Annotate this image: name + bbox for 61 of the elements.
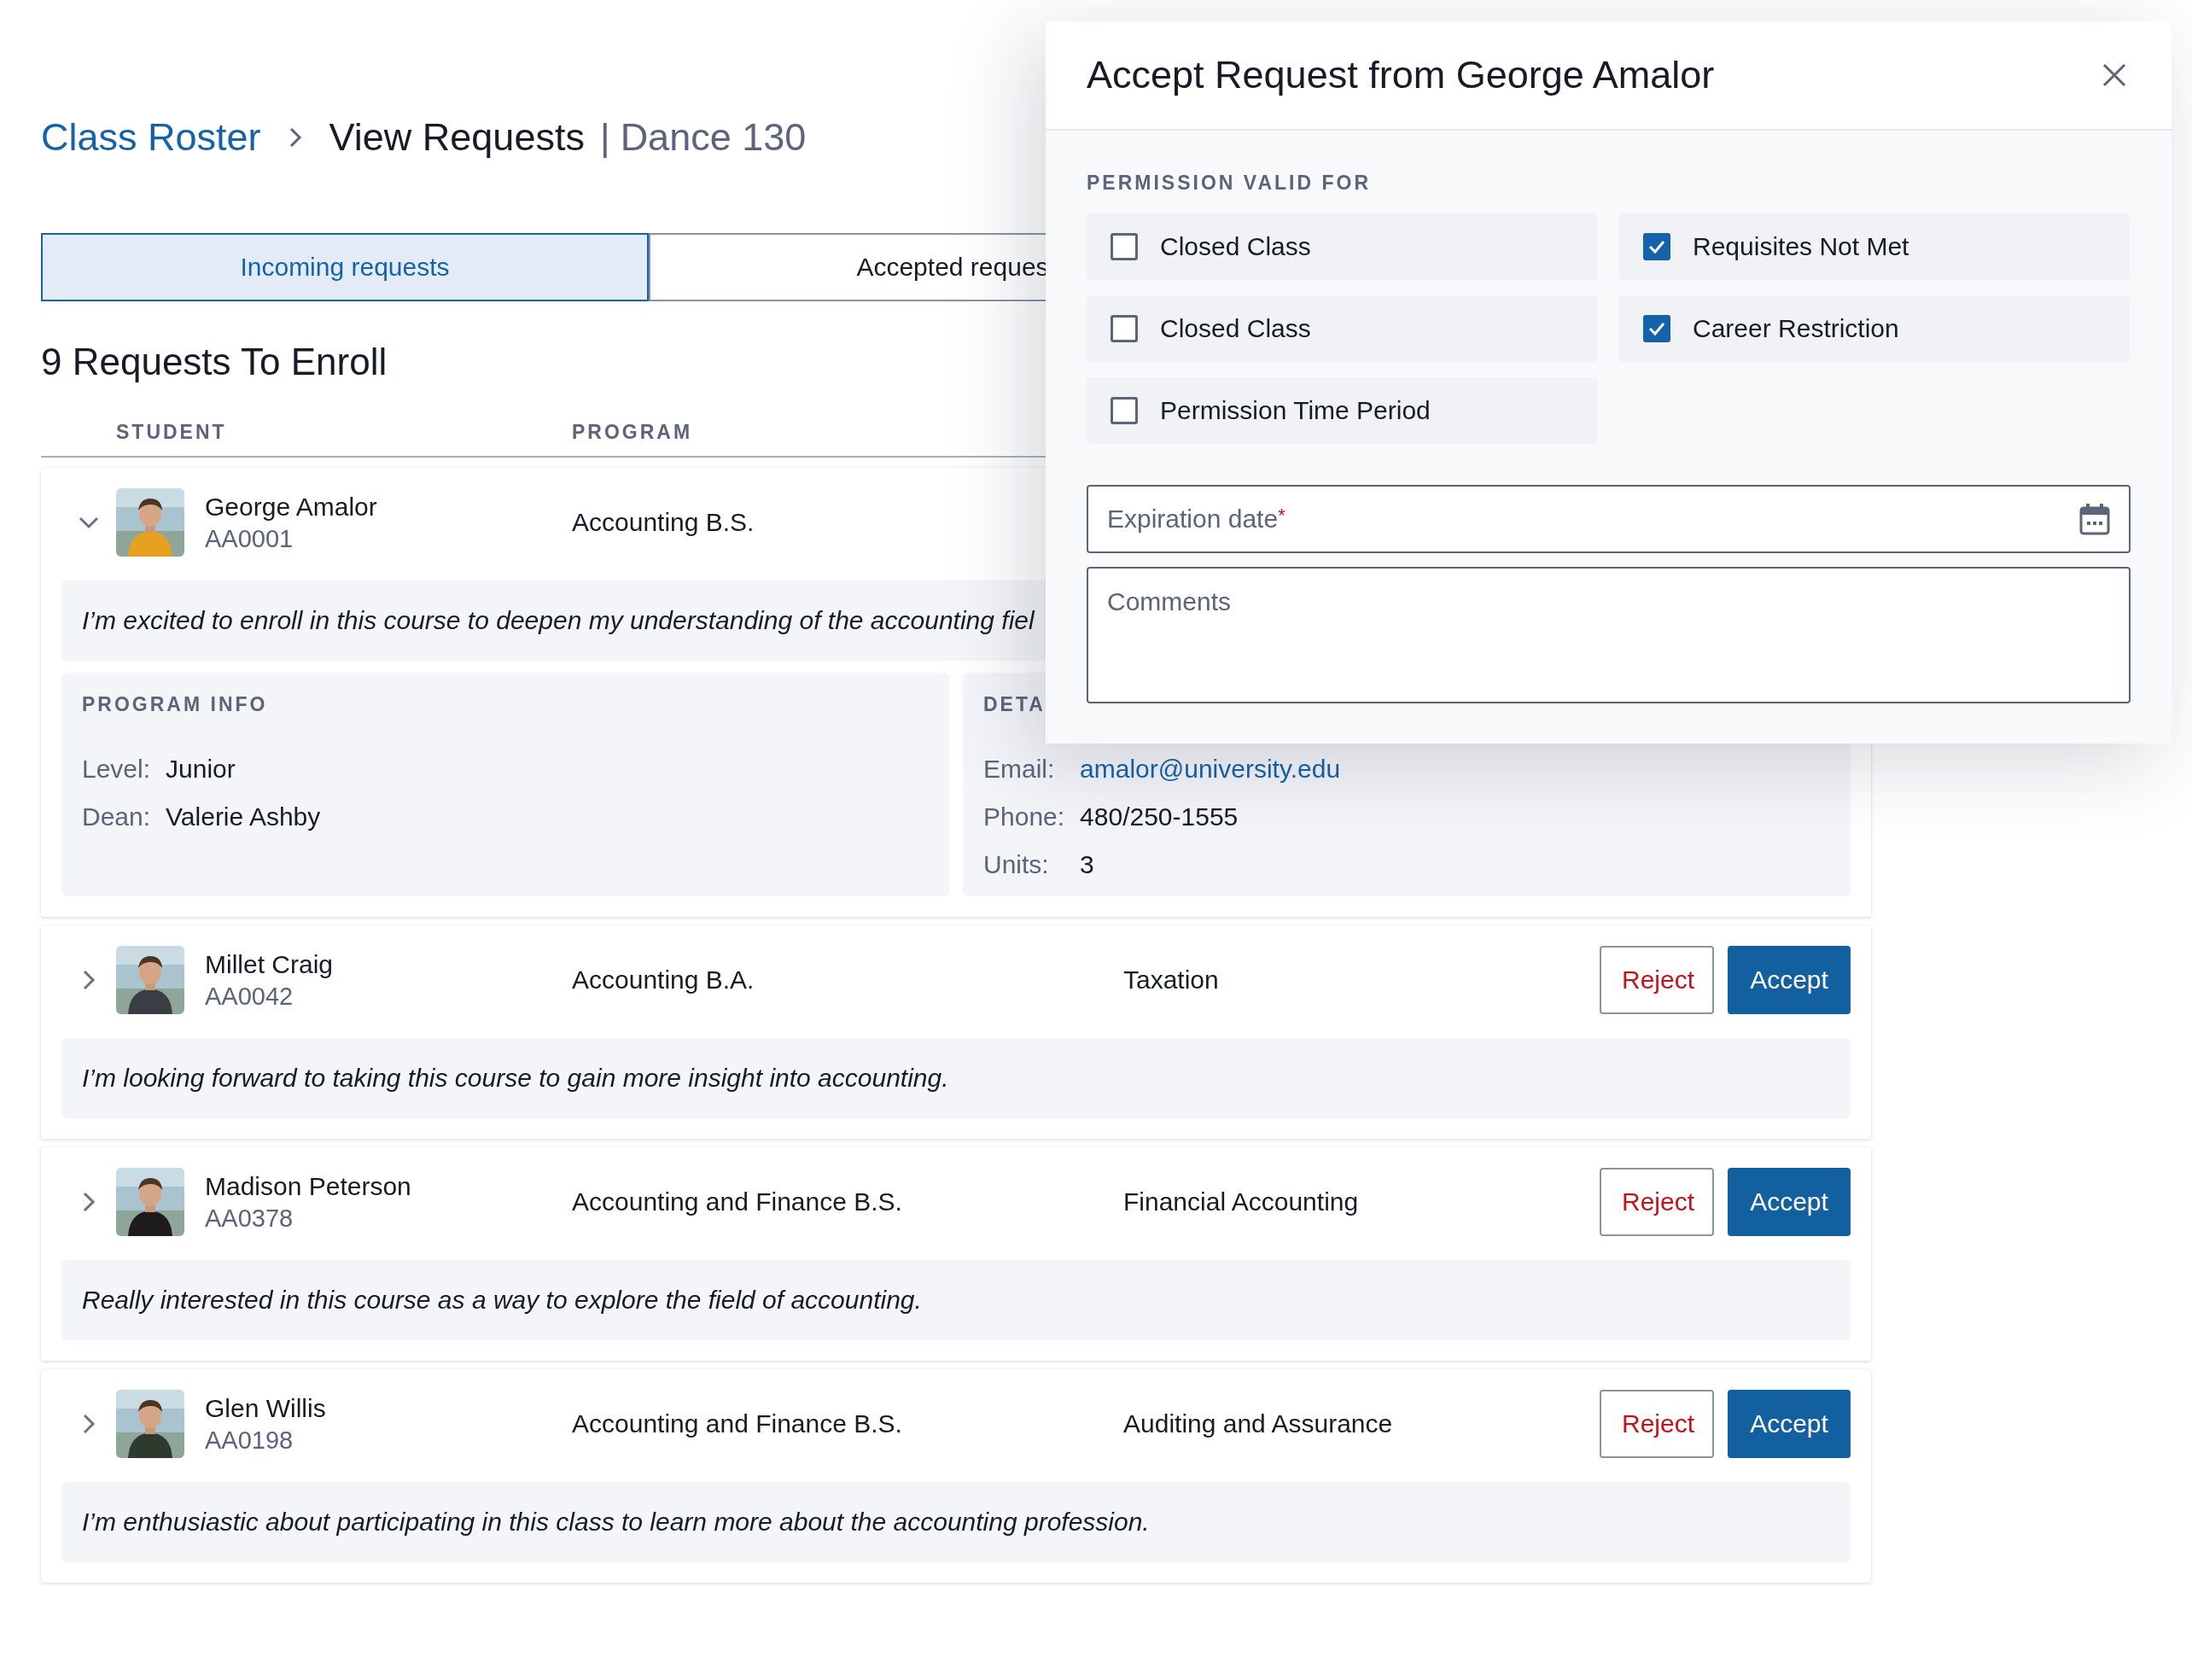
accept-button[interactable]: Accept (1728, 1168, 1851, 1236)
panel-title: PROGRAM INFO (82, 693, 269, 716)
checkbox[interactable] (1643, 315, 1670, 342)
student-id: AA0001 (205, 524, 294, 553)
request-comment: Really interested in this course as a way to explore the field of accounting. (61, 1260, 1851, 1340)
checkbox-option[interactable]: Permission Time Period (1087, 377, 1597, 444)
field-label: Phone: (983, 802, 1065, 831)
date-field[interactable]: Expiration date* (1087, 485, 2131, 553)
field-value: 3 (1080, 850, 1095, 879)
field-value: Valerie Ashby (166, 802, 322, 831)
program-name: Accounting and Finance B.S. (572, 1187, 903, 1216)
reject-button[interactable]: Reject (1600, 946, 1714, 1014)
calendar-icon[interactable] (2079, 503, 2110, 535)
checkbox[interactable] (1111, 315, 1138, 342)
tab[interactable]: Incoming requests (41, 233, 649, 301)
field-label: Level: (82, 755, 151, 784)
title-divider: | (599, 115, 610, 160)
field-label: Dean: (82, 802, 151, 831)
course-name: Financial Accounting (1123, 1187, 1359, 1216)
checkbox[interactable] (1111, 233, 1138, 260)
reject-button[interactable]: Reject (1600, 1168, 1714, 1236)
program-name: Accounting B.A. (572, 965, 755, 995)
course-name: Taxation (1123, 965, 1219, 994)
student-name: Millet Craig (205, 949, 335, 979)
student-id: AA0198 (205, 1426, 294, 1455)
field-label: Units: (983, 850, 1050, 879)
required-mark: * (1278, 505, 1285, 526)
dialog-title: Accept Request from George Amalor (1087, 53, 1715, 97)
comments-field[interactable]: Comments (1087, 567, 2131, 703)
student-name: George Amalor (205, 492, 378, 522)
field-value: 480/250-1555 (1080, 802, 1239, 831)
field-value: Junior (166, 755, 236, 784)
student-id: AA0042 (205, 982, 294, 1011)
close-icon (2102, 62, 2127, 88)
column-header: STUDENT (116, 421, 228, 444)
field-label: Email: (983, 755, 1056, 784)
accept-button[interactable]: Accept (1728, 946, 1851, 1014)
checkbox-option[interactable]: Requisites Not Met (1619, 213, 2130, 280)
placeholder-text: Expiration date (1107, 505, 1279, 533)
request-comment: I’m enthusiastic about participating in this class to learn more about the accounting profession. (61, 1482, 1851, 1562)
column-header: PROGRAM (572, 421, 694, 444)
checkbox[interactable] (1111, 397, 1138, 424)
course-name: Auditing and Assurance (1123, 1409, 1393, 1438)
request-comment: I’m looking forward to taking this course to gain more insight into accounting. (61, 1038, 1851, 1118)
checkbox-option[interactable]: Career Restriction (1619, 295, 2130, 362)
section-label: PERMISSION VALID FOR (1087, 172, 1373, 195)
reject-button[interactable]: Reject (1600, 1390, 1714, 1458)
course-name: Dance 130 (620, 115, 807, 160)
program-name: Accounting and Finance B.S. (572, 1409, 903, 1438)
student-id: AA0378 (205, 1204, 294, 1233)
checkbox[interactable] (1643, 233, 1670, 260)
checkbox-option[interactable]: Closed Class (1087, 295, 1597, 362)
breadcrumb-link[interactable]: Class Roster (41, 115, 261, 160)
checkbox-option[interactable]: Closed Class (1087, 213, 1597, 280)
student-name: Madison Peterson (205, 1171, 412, 1201)
section-heading: 9 Requests To Enroll (41, 341, 388, 383)
page-title: View Requests (329, 115, 585, 160)
accept-button[interactable]: Accept (1728, 1390, 1851, 1458)
panel-title: DETA (983, 693, 1046, 716)
email-link[interactable]: amalor@university.edu (1080, 755, 1830, 784)
student-name: Glen Willis (205, 1393, 327, 1423)
